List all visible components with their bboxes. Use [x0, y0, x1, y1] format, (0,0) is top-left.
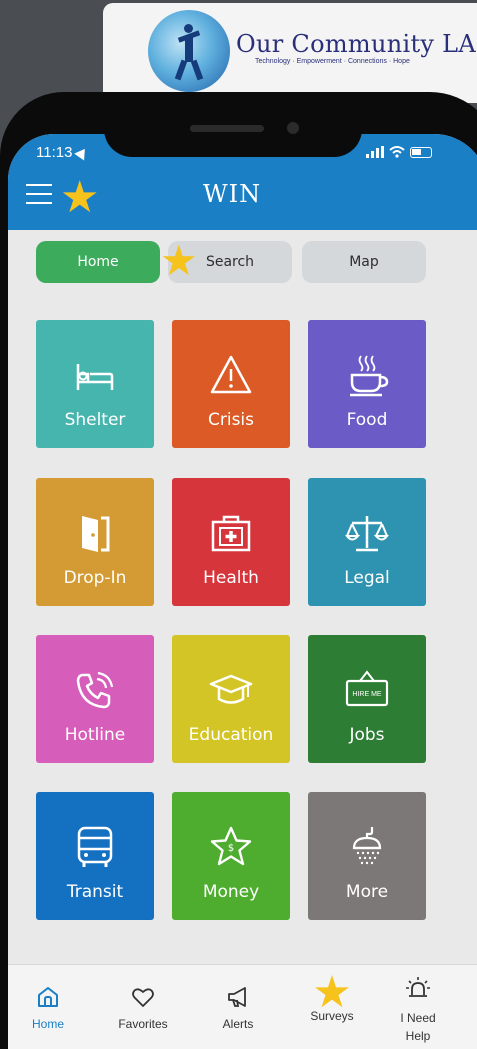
tile-label: Shelter [64, 410, 126, 430]
wifi-icon [389, 146, 405, 158]
door-icon [82, 516, 110, 552]
menu-button[interactable] [26, 184, 52, 204]
nav-favorites[interactable]: Favorites [103, 985, 183, 1031]
category-crisis[interactable]: Crisis [172, 320, 290, 448]
category-drop-in[interactable]: Drop-In [36, 478, 154, 606]
megaphone-icon [228, 987, 246, 1007]
tab-map[interactable]: Map [302, 241, 426, 283]
heart-icon [132, 988, 154, 1007]
alarm-icon [406, 977, 430, 997]
star-icon: ★ [160, 236, 198, 285]
coffee-cup-icon [350, 355, 389, 397]
phone-ringing-icon [76, 671, 114, 709]
money-star-icon: $ [210, 826, 252, 866]
tile-label: Legal [344, 568, 390, 588]
category-hotline[interactable]: Hotline [36, 635, 154, 763]
tile-label: Hotline [64, 725, 126, 745]
tile-label: Crisis [207, 410, 255, 430]
status-time: 11:13 [36, 144, 91, 161]
tile-label: Drop-In [63, 568, 127, 588]
tile-label: Food [346, 410, 388, 430]
app-logo: WIN [203, 180, 262, 208]
tile-label: More [345, 882, 389, 902]
category-health[interactable]: Health [172, 478, 290, 606]
category-legal[interactable]: Legal [308, 478, 426, 606]
status-icons [366, 146, 432, 158]
category-more[interactable]: More [308, 792, 426, 920]
category-education[interactable]: Education [172, 635, 290, 763]
bottom-nav: Home Favorites Alerts ★ Surveys I Need H… [8, 964, 477, 1049]
category-transit[interactable]: Transit [36, 792, 154, 920]
tile-label: Health [203, 568, 259, 588]
category-money[interactable]: $ Money [172, 792, 290, 920]
tab-home[interactable]: Home [36, 241, 160, 283]
nav-i-need-help[interactable]: I Need Help [378, 975, 458, 1045]
phone-notch [104, 95, 362, 157]
bus-icon [77, 826, 113, 867]
tile-label: Jobs [349, 725, 385, 745]
dollar-sign-text: $ [228, 843, 234, 854]
community-logo-icon [148, 10, 230, 92]
warning-icon [210, 355, 252, 394]
battery-icon [410, 146, 432, 158]
hire-me-sign-icon: HIRE ME [345, 670, 389, 707]
bed-icon [76, 364, 114, 390]
tile-label: Transit [66, 882, 124, 902]
home-icon [38, 987, 58, 1007]
shower-icon [352, 827, 382, 865]
nav-home[interactable]: Home [8, 985, 88, 1031]
location-arrow-icon [74, 145, 91, 161]
hire-me-text: HIRE ME [352, 691, 382, 698]
category-food[interactable]: Food [308, 320, 426, 448]
category-shelter[interactable]: Shelter [36, 320, 154, 448]
nav-alerts[interactable]: Alerts [198, 985, 278, 1031]
tile-label: Money [202, 882, 260, 902]
star-icon: ★ [60, 172, 100, 223]
graduation-cap-icon [209, 674, 253, 704]
nav-surveys[interactable]: ★ Surveys [292, 971, 372, 1024]
star-icon: ★ [312, 968, 352, 1017]
medical-kit-icon [211, 515, 251, 552]
signal-icon [366, 146, 384, 158]
scales-icon [345, 516, 389, 552]
banner-title: Our Community LA [236, 30, 477, 58]
phone-screen: 11:13 ★ WIN Home Search Map ★ Shelter Cr… [8, 134, 477, 1049]
banner-subtitle: Technology · Empowerment · Connections ·… [255, 58, 410, 65]
tile-label: Education [188, 725, 274, 745]
category-jobs[interactable]: HIRE ME Jobs [308, 635, 426, 763]
